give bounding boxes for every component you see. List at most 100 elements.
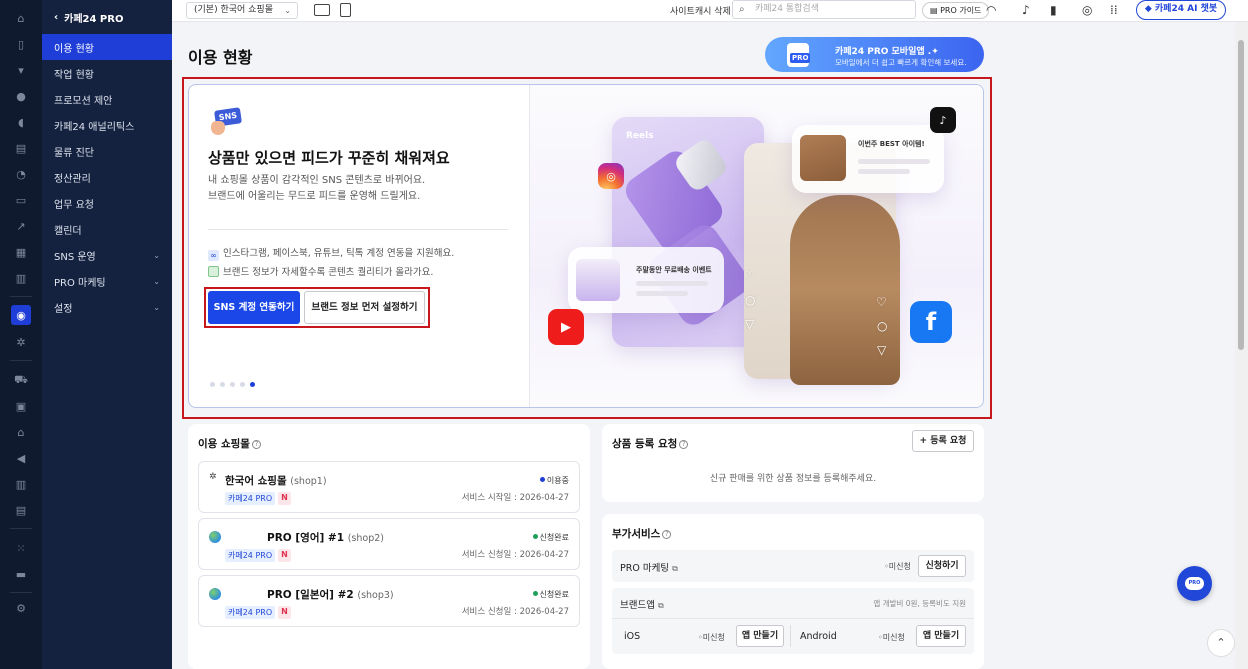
grid-icon[interactable]: ▦ — [13, 244, 29, 260]
divider — [208, 229, 508, 230]
building-icon[interactable]: ▥ — [13, 476, 29, 492]
shop-tags: 카페24 PRO N — [225, 549, 291, 562]
pro-tag: 카페24 PRO — [225, 549, 276, 562]
shops-panel: 이용 쇼핑몰? ✲ 한국어 쇼핑몰 (shop1) 카페24 PRO N 이용중 … — [188, 424, 590, 669]
shop-id: (shop3) — [357, 590, 394, 601]
ai-chatbot-button[interactable]: ◆ 카페24 AI 챗봇 — [1136, 0, 1226, 20]
carousel-dot[interactable] — [240, 382, 245, 387]
scrollbar[interactable] — [1235, 22, 1248, 669]
chat-icon[interactable]: ◖ — [13, 114, 29, 130]
carousel-dot[interactable] — [210, 382, 215, 387]
empty-message: 신규 판매를 위한 상품 정보를 등록해주세요. — [709, 474, 877, 484]
store-icon[interactable]: ⌂ — [13, 424, 29, 440]
palette-icon[interactable]: ◔ — [13, 166, 29, 182]
receipt-icon[interactable]: ▤ — [13, 502, 29, 518]
pro-icon[interactable]: ◉ — [11, 305, 31, 325]
pro-guide-button[interactable]: ▤ PRO 가이드 — [922, 2, 990, 19]
chart-icon[interactable]: ↗ — [13, 218, 29, 234]
truck-icon[interactable]: ⛟ — [13, 372, 29, 388]
sidebar-item-usage[interactable]: 이용 현황 — [42, 34, 172, 60]
sidebar-item-settings[interactable]: 설정 ⌄ — [42, 294, 172, 320]
sidebar-item-task-request[interactable]: 업무 요청 — [42, 190, 172, 216]
apps-icon[interactable]: ✲ — [13, 334, 29, 350]
status-text: 신청완료 — [539, 590, 569, 599]
carousel-dot-active[interactable] — [250, 382, 255, 387]
globe-icon — [209, 531, 221, 543]
grid-plus-icon[interactable]: ⁙ — [13, 540, 29, 556]
apps-grid-icon[interactable]: ⁞⁞ — [1110, 3, 1118, 17]
bookmark-icon[interactable]: ▮ — [1050, 3, 1057, 17]
cache-delete-link[interactable]: 사이트캐시 삭제 — [670, 4, 731, 17]
pro-marketing-label[interactable]: PRO 마케팅 ⧉ — [620, 560, 678, 574]
folder-icon[interactable]: ▬ — [13, 566, 29, 582]
shop-card[interactable]: ✲ 한국어 쇼핑몰 (shop1) 카페24 PRO N 이용중 서비스 시작일 … — [198, 461, 580, 513]
carousel-dot[interactable] — [230, 382, 235, 387]
sidebar-item-settlement[interactable]: 정산관리 — [42, 164, 172, 190]
sidebar-item-analytics[interactable]: 카페24 애널리틱스 — [42, 112, 172, 138]
chevron-left-icon: ‹ — [54, 11, 59, 23]
sns-connect-button[interactable]: SNS 계정 연동하기 — [208, 291, 300, 324]
help-icon[interactable]: ? — [679, 440, 689, 449]
sidebar-item-sns[interactable]: SNS 운영 ⌄ — [42, 242, 172, 268]
android-make-app-button[interactable]: 앱 만들기 — [916, 625, 966, 647]
pro-chat-fab[interactable]: PRO — [1177, 566, 1212, 601]
brand-app-note: 앱 개발비 0원, 등록비도 지원 — [873, 599, 966, 608]
addon-row-pro-marketing: PRO 마케팅 ⧉ ◦미신청 신청하기 — [612, 550, 974, 582]
scroll-top-button[interactable]: ⌃ — [1207, 629, 1235, 657]
shop-card[interactable]: PRO [영어] #1 (shop2) 카페24 PRO N 신청완료 서비스 신… — [198, 518, 580, 570]
product-request-title: 상품 등록 요청? — [612, 436, 689, 451]
shirt-icon[interactable]: ▾ — [13, 62, 29, 78]
display-icon[interactable]: ▥ — [13, 270, 29, 286]
mobile-icon[interactable] — [340, 3, 351, 17]
desktop-icon[interactable] — [314, 4, 330, 16]
icon-rail: ⌂ ▯ ▾ ● ◖ ▤ ◔ ▭ ↗ ▦ ▥ ◉ ✲ ⛟ ▣ ⌂ ◀ ▥ ▤ ⁙ … — [0, 0, 42, 669]
addons-title-text: 부가서비스 — [612, 528, 661, 540]
link-icon: ∞ — [208, 250, 219, 261]
help-icon[interactable]: ? — [662, 530, 672, 539]
sidebar-item-promotion[interactable]: 프로모션 제안 — [42, 86, 172, 112]
home-icon[interactable]: ⌂ — [13, 10, 29, 26]
sidebar-item-label: 프로모션 제안 — [54, 95, 113, 107]
apply-button[interactable]: 신청하기 — [918, 555, 966, 577]
shop-name: PRO [일본어] #2 (shop3) — [267, 587, 394, 602]
help-icon[interactable]: ? — [251, 440, 261, 449]
sidebar-item-work-status[interactable]: 작업 현황 — [42, 60, 172, 86]
chevron-down-icon: ⌄ — [153, 302, 160, 312]
shop-tags: 카페24 PRO N — [225, 606, 291, 619]
register-request-button[interactable]: + 등록 요청 — [912, 430, 974, 452]
document-icon[interactable]: ▤ — [13, 140, 29, 156]
shops-title-text: 이용 쇼핑몰 — [198, 438, 250, 450]
shop-select[interactable]: (기본) 한국어 쇼핑몰 ⌄ — [186, 2, 298, 19]
sidebar-item-calendar[interactable]: 캘린더 — [42, 216, 172, 242]
account-icon[interactable]: ◎ — [1082, 3, 1092, 17]
mobile-app-promo[interactable]: PRO 카페24 PRO 모바일앱 .✦ 모바일에서 더 쉽고 빠르게 확인해 … — [765, 37, 984, 72]
shop-id: (shop1) — [290, 476, 327, 487]
cart-icon[interactable]: ▯ — [13, 36, 29, 52]
search-input[interactable]: ⌕ 카페24 통합검색 — [732, 0, 916, 19]
sidebar-back-header[interactable]: ‹ 카페24 PRO — [42, 0, 172, 34]
service-date: 서비스 신청일 : 2026-04-27 — [461, 607, 569, 617]
shop-card[interactable]: PRO [일본어] #2 (shop3) 카페24 PRO N 신청완료 서비스 … — [198, 575, 580, 627]
brand-info-button[interactable]: 브랜드 정보 먼저 설정하기 — [304, 291, 425, 324]
sidebar-item-pro-marketing[interactable]: PRO 마케팅 ⌄ — [42, 268, 172, 294]
fab-label: PRO — [1185, 577, 1204, 590]
headset-icon[interactable]: ◠ — [986, 3, 996, 17]
ios-make-app-button[interactable]: 앱 만들기 — [736, 625, 784, 647]
free-shipping-label: 주말동안 무료배송 이벤트 — [636, 266, 712, 274]
scrollbar-thumb[interactable] — [1238, 40, 1244, 350]
banner-illustration: Reels 이번주 BEST 아이템! 주말동안 무료배송 이벤트 ◎ ♪ ▶ … — [529, 85, 983, 407]
coupon-icon[interactable]: ▭ — [13, 192, 29, 208]
brand-app-label[interactable]: 브랜드앱 ⧉ — [620, 597, 664, 611]
megaphone-icon[interactable]: ◀ — [13, 450, 29, 466]
person-icon[interactable]: ● — [13, 88, 29, 104]
bell-icon[interactable]: ♪ — [1022, 3, 1030, 17]
sidebar-item-logistics[interactable]: 물류 진단 — [42, 138, 172, 164]
tiktok-icon: ♪ — [930, 107, 956, 133]
brand-app-text: 브랜드앱 — [620, 600, 655, 611]
carousel-dot[interactable] — [220, 382, 225, 387]
new-tag: N — [278, 606, 291, 619]
placeholder-bar — [858, 159, 930, 164]
gear-icon[interactable]: ⚙ — [13, 600, 29, 616]
book-icon: ▤ — [930, 6, 941, 15]
media-icon[interactable]: ▣ — [13, 398, 29, 414]
